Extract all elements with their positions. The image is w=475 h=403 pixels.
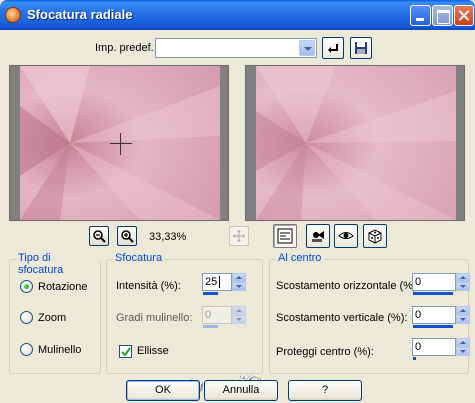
blur-type-title: Tipo di sfocatura — [16, 252, 100, 276]
h-offset-spin-arrows[interactable] — [456, 273, 470, 291]
v-offset-label: Scostamento verticale (%): — [276, 312, 408, 324]
randomize-icon — [312, 231, 324, 242]
after-preview — [245, 65, 465, 221]
v-offset-input[interactable]: 0 — [412, 306, 456, 324]
radio-zoom-button[interactable] — [20, 311, 33, 324]
spin-up-icon[interactable] — [456, 306, 470, 315]
h-offset-stepper[interactable]: 0 — [412, 273, 470, 295]
twist-label: Gradi mulinello: — [116, 312, 193, 324]
h-offset-slider[interactable] — [413, 292, 453, 295]
preset-select[interactable] — [155, 38, 317, 58]
radio-twirl[interactable]: Mulinello — [20, 343, 81, 356]
ellipse-label: Ellisse — [137, 345, 169, 357]
intensity-input[interactable]: 25 — [202, 273, 232, 291]
radio-rotation-label: Rotazione — [38, 280, 88, 293]
twist-spin-arrows — [232, 306, 246, 324]
center-title: Al centro — [276, 252, 324, 264]
spin-up-icon — [232, 306, 246, 315]
intensity-spin-arrows[interactable] — [232, 273, 246, 291]
intensity-label: Intensità (%): — [116, 280, 181, 292]
zoom-level: 33,33% — [149, 231, 187, 243]
randomize-button[interactable] — [306, 224, 330, 248]
ok-button[interactable]: OK — [126, 380, 200, 401]
close-icon[interactable] — [454, 5, 474, 26]
spin-down-icon[interactable] — [232, 282, 246, 291]
zoom-out-icon — [93, 230, 106, 243]
eye-icon — [338, 232, 354, 239]
pan-icon — [233, 230, 245, 242]
spin-up-icon[interactable] — [456, 338, 470, 347]
center-crosshair[interactable] — [110, 133, 132, 155]
h-offset-input[interactable]: 0 — [412, 273, 456, 291]
proof-button[interactable] — [273, 224, 297, 248]
window-title: Sfocatura radiale — [27, 7, 133, 22]
zoom-out-button[interactable] — [89, 226, 109, 246]
check-icon — [121, 347, 131, 357]
radio-twirl-label: Mulinello — [38, 343, 82, 356]
twist-slider — [203, 325, 218, 328]
spin-up-icon[interactable] — [456, 273, 470, 282]
blur-type-group: Tipo di sfocatura Rotazione Zoom Mulinel… — [9, 252, 101, 374]
spin-down-icon[interactable] — [456, 282, 470, 291]
v-offset-spin-arrows[interactable] — [456, 306, 470, 324]
cancel-button[interactable]: Annulla — [204, 380, 278, 401]
after-preview-image — [256, 66, 456, 220]
radio-rotation-button[interactable] — [20, 280, 33, 293]
pan-button[interactable] — [229, 226, 249, 246]
preset-save-button[interactable] — [350, 37, 372, 59]
protect-center-input[interactable]: 0 — [412, 338, 456, 356]
protect-center-stepper[interactable]: 0 — [412, 338, 470, 360]
app-icon — [5, 7, 21, 23]
spin-down-icon[interactable] — [456, 315, 470, 324]
title-bar[interactable]: Sfocatura radiale — [0, 0, 475, 30]
zoom-in-button[interactable] — [117, 226, 137, 246]
proof-icon — [277, 228, 293, 244]
preset-reset-button[interactable] — [322, 37, 344, 59]
preset-save-icon — [355, 42, 367, 54]
protect-center-spin-arrows[interactable] — [456, 338, 470, 356]
radio-rotation[interactable]: Rotazione — [20, 280, 88, 293]
dice-icon — [368, 229, 382, 244]
minimize-icon[interactable] — [410, 5, 431, 26]
intensity-slider[interactable] — [203, 292, 218, 295]
blur-title: Sfocatura — [113, 252, 165, 264]
v-offset-stepper[interactable]: 0 — [412, 306, 470, 328]
zoom-in-icon — [121, 230, 134, 243]
spin-down-icon — [232, 315, 246, 324]
spin-up-icon[interactable] — [232, 273, 246, 282]
spin-down-icon[interactable] — [456, 347, 470, 356]
twist-stepper: 0 — [202, 306, 246, 328]
intensity-stepper[interactable]: 25 — [202, 273, 246, 295]
maximize-icon[interactable] — [432, 5, 453, 26]
toggle-preview-button[interactable] — [334, 224, 358, 248]
v-offset-slider[interactable] — [413, 325, 453, 328]
protect-center-label: Proteggi centro (%): — [276, 346, 374, 358]
h-offset-label: Scostamento orizzontale (%): — [276, 280, 420, 292]
before-preview[interactable] — [9, 65, 229, 221]
protect-center-slider[interactable] — [413, 357, 416, 360]
help-button[interactable]: ? — [288, 380, 362, 401]
preset-label: Imp. predef.: — [95, 42, 157, 54]
twist-input: 0 — [202, 306, 232, 324]
radio-zoom[interactable]: Zoom — [20, 311, 66, 324]
center-group: Al centro Scostamento orizzontale (%): 0… — [269, 252, 470, 374]
random-params-button[interactable] — [363, 224, 387, 248]
chevron-down-icon[interactable] — [299, 40, 315, 56]
radio-twirl-button[interactable] — [20, 343, 33, 356]
blur-group: Sfocatura Intensità (%): 25 Gradi muline… — [106, 252, 263, 374]
ellipse-checkbox[interactable] — [119, 345, 132, 358]
preset-reset-icon — [328, 44, 338, 53]
text-caret — [219, 276, 220, 288]
radio-zoom-label: Zoom — [38, 311, 67, 324]
